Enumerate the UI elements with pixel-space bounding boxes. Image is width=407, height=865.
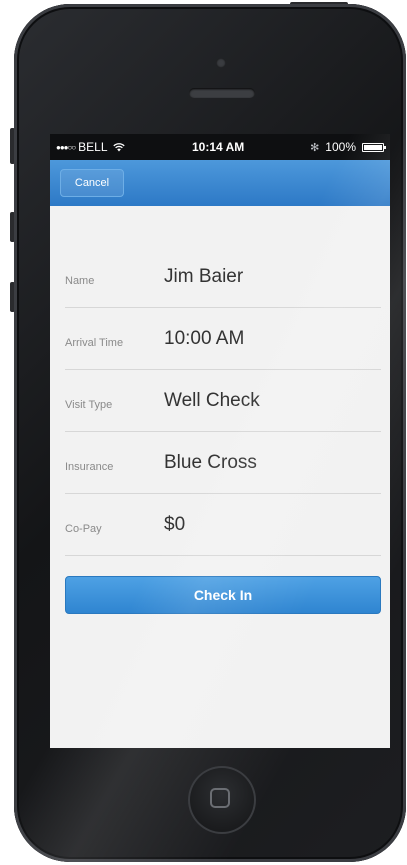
front-camera: [216, 58, 226, 68]
navigation-bar: Cancel: [50, 160, 390, 206]
earpiece-speaker: [189, 88, 255, 98]
cancel-button[interactable]: Cancel: [60, 169, 124, 197]
co-pay-field[interactable]: $0: [164, 514, 185, 536]
wifi-icon: [112, 142, 125, 152]
field-label: Arrival Time: [65, 337, 124, 349]
field-label: Co-Pay: [65, 523, 102, 535]
carrier-name: BELL: [78, 140, 108, 154]
signal-strength-icon: ●●●○○: [56, 142, 76, 152]
field-row-co-pay[interactable]: Co-Pay $0: [65, 494, 381, 556]
insurance-field[interactable]: Blue Cross: [164, 452, 257, 474]
home-button-icon: [210, 788, 230, 808]
field-label: Visit Type: [65, 399, 113, 411]
name-field[interactable]: Jim Baier: [164, 266, 243, 288]
status-bar: ●●●○○ BELL 10:14 AM ✻ 100%: [50, 134, 390, 160]
arrival-time-field[interactable]: 10:00 AM: [164, 328, 244, 350]
field-row-visit-type[interactable]: Visit Type Well Check: [65, 370, 381, 432]
field-row-insurance[interactable]: Insurance Blue Cross: [65, 432, 381, 494]
status-right-group: ✻ 100%: [310, 140, 386, 154]
field-label: Insurance: [65, 461, 114, 473]
home-button[interactable]: [188, 766, 256, 834]
check-in-form: Name Jim Baier Arrival Time 10:00 AM Vis…: [65, 246, 381, 556]
battery-percent: 100%: [325, 140, 356, 154]
visit-type-field[interactable]: Well Check: [164, 390, 260, 412]
field-label: Name: [65, 275, 95, 287]
field-row-arrival-time[interactable]: Arrival Time 10:00 AM: [65, 308, 381, 370]
status-clock: 10:14 AM: [192, 140, 245, 154]
check-in-button[interactable]: Check In: [65, 576, 381, 614]
phone-screen: ●●●○○ BELL 10:14 AM ✻ 100% Cancel Name J…: [50, 134, 390, 748]
field-row-name[interactable]: Name Jim Baier: [65, 246, 381, 308]
battery-icon: [362, 142, 386, 152]
bluetooth-icon: ✻: [310, 141, 320, 154]
carrier-info: ●●●○○ BELL: [56, 140, 125, 154]
stage: ●●●○○ BELL 10:14 AM ✻ 100% Cancel Name J…: [0, 0, 407, 865]
